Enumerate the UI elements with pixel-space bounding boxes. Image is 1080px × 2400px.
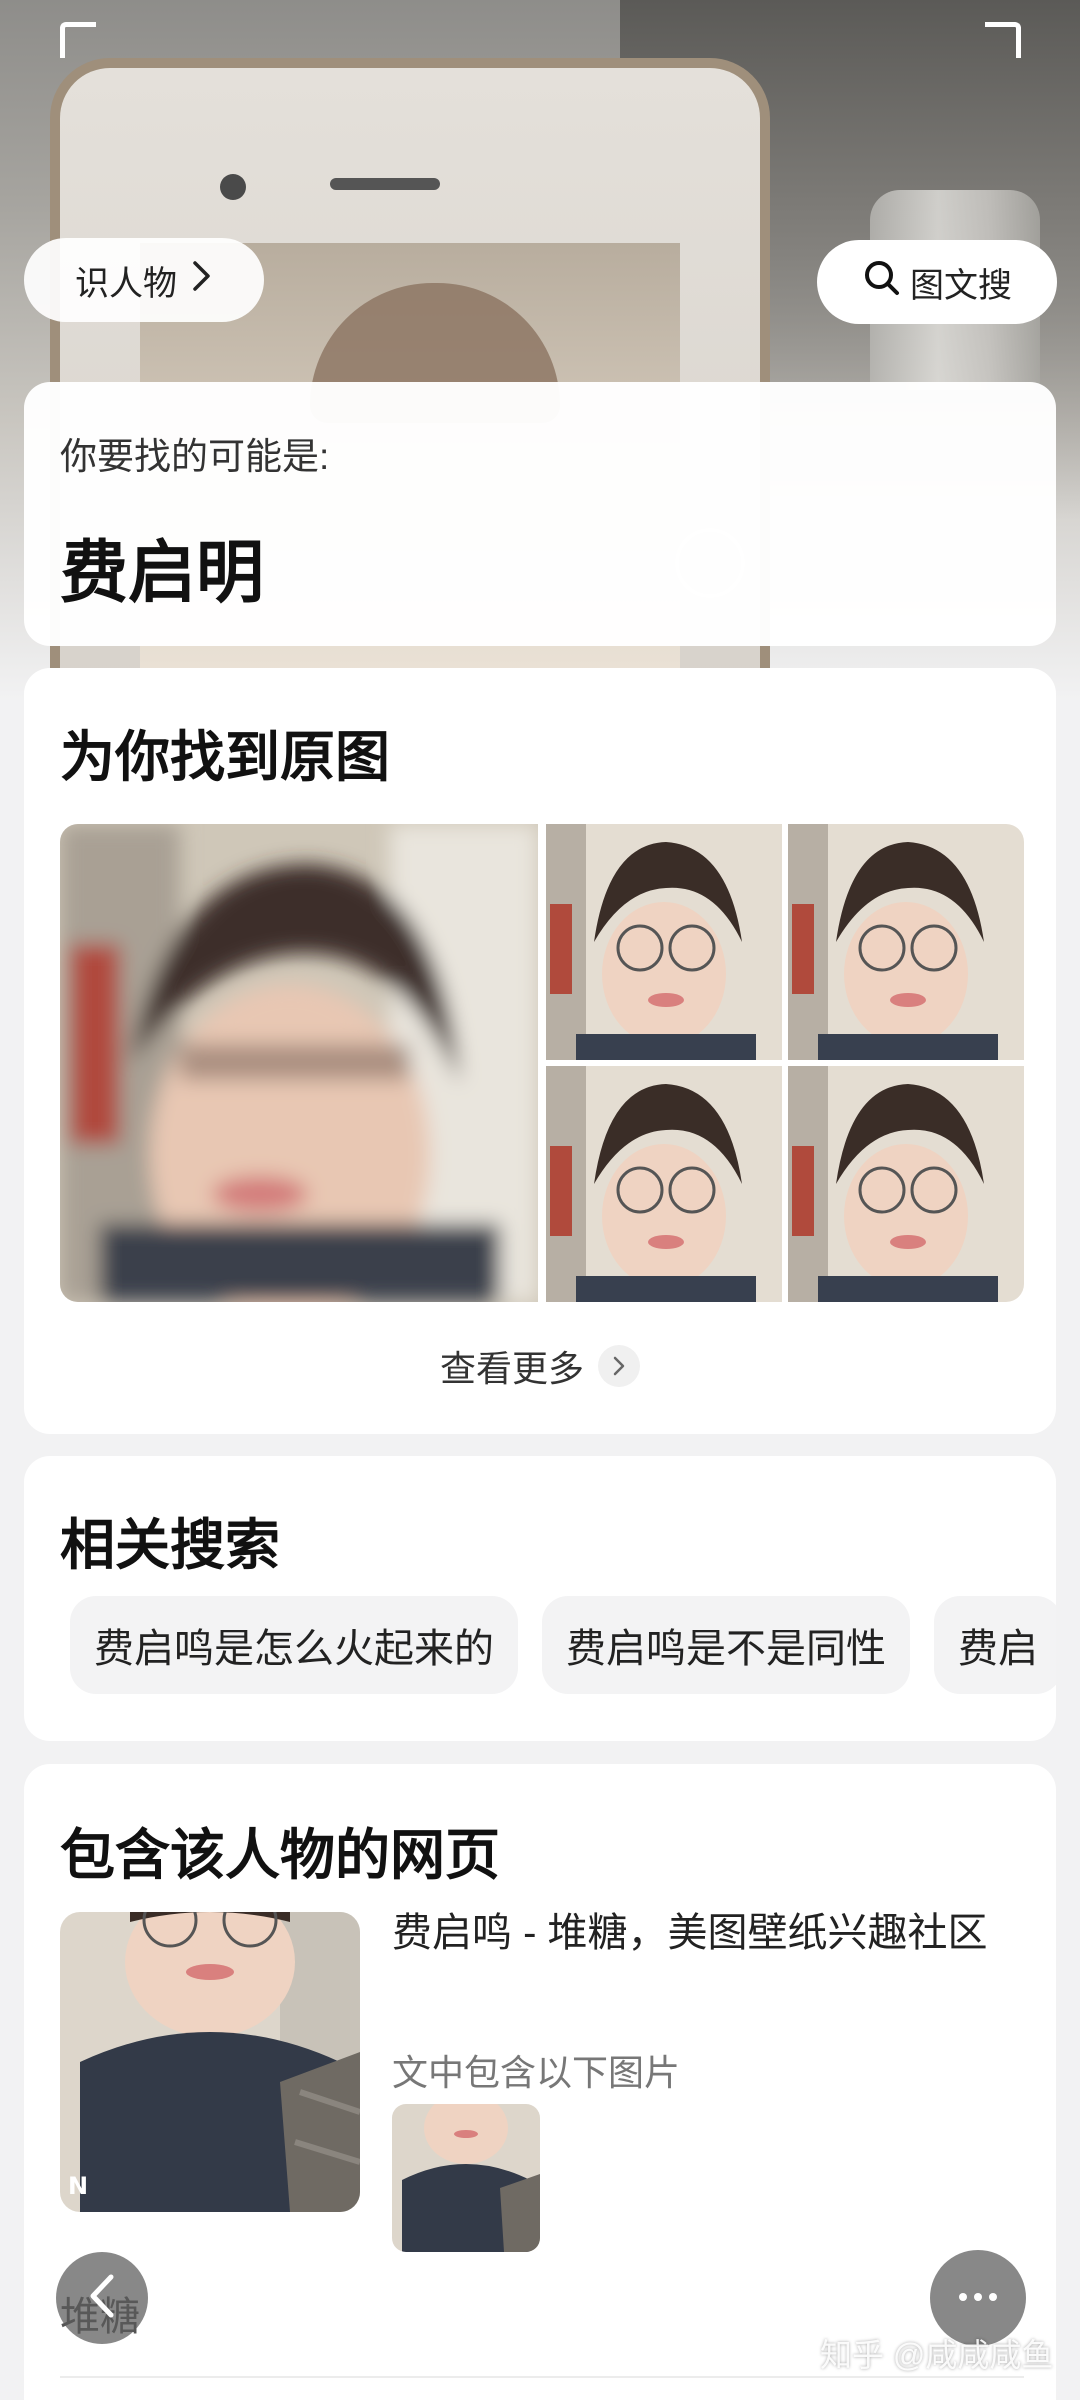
related-search-chips: 费启鸣是怎么火起来的 费启鸣是不是同性 费启 (70, 1596, 1056, 1694)
chevron-left-icon (87, 2273, 117, 2324)
related-search-chip[interactable]: 费启鸣是怎么火起来的 (70, 1596, 518, 1694)
crop-corner-top-right[interactable] (985, 22, 1021, 58)
recognition-result-card: 你要找的可能是: 费启明 (24, 382, 1056, 646)
original-image-thumb[interactable] (788, 1066, 1024, 1302)
chevron-right-icon (598, 1345, 640, 1387)
image-text-search-label: 图文搜 (910, 266, 1012, 305)
divider (60, 2376, 1024, 2378)
result-subtitle: 你要找的可能是: (60, 436, 330, 477)
related-searches-title: 相关搜索 (60, 1514, 281, 1576)
original-image-thumb[interactable] (788, 824, 1024, 1060)
watermark: 知乎 @咸咸咸鱼 (820, 2337, 1054, 2373)
chevron-right-icon (191, 259, 213, 302)
related-search-chip[interactable]: 费启 (934, 1596, 1056, 1694)
original-images-card: 为你找到原图 查看更多 (24, 668, 1056, 1434)
page-contained-image[interactable] (392, 2104, 540, 2252)
page-result-title[interactable]: 费启鸣 - 堆糖，美图壁纸兴趣社区 (392, 1904, 1012, 1962)
pages-title: 包含该人物的网页 (60, 1824, 501, 1886)
identify-person-label: 识人物 (75, 264, 177, 303)
crop-corner-top-left[interactable] (60, 22, 96, 58)
phone-camera (220, 174, 246, 200)
back-button[interactable] (56, 2252, 148, 2344)
phone-earpiece (330, 178, 440, 190)
related-search-chip[interactable]: 费启鸣是不是同性 (542, 1596, 910, 1694)
page-thumbnail[interactable]: N (60, 1912, 360, 2212)
image-text-search-button[interactable]: 图文搜 (817, 240, 1057, 324)
original-image-thumb[interactable] (546, 1066, 782, 1302)
search-icon (862, 258, 902, 307)
svg-text:N: N (68, 2172, 88, 2200)
original-image-thumb[interactable] (546, 824, 782, 1060)
more-dots-icon (958, 2289, 998, 2307)
image-grid (60, 824, 1024, 1302)
view-more-button[interactable]: 查看更多 (24, 1336, 1056, 1396)
related-searches-card: 相关搜索 费启鸣是怎么火起来的 费启鸣是不是同性 费启 (24, 1456, 1056, 1741)
view-more-label: 查看更多 (439, 1348, 584, 1389)
original-images-title: 为你找到原图 (60, 726, 391, 788)
original-image-large[interactable] (60, 824, 538, 1302)
page-result-subtitle: 文中包含以下图片 (392, 2052, 681, 2093)
identify-person-button[interactable]: 识人物 (24, 238, 264, 322)
pages-with-person-card: 包含该人物的网页 N 费启鸣 - 堆糖，美图壁纸兴趣社区 文中包含以下图片 堆糖 (24, 1764, 1056, 2400)
result-name[interactable]: 费启明 (60, 517, 264, 616)
